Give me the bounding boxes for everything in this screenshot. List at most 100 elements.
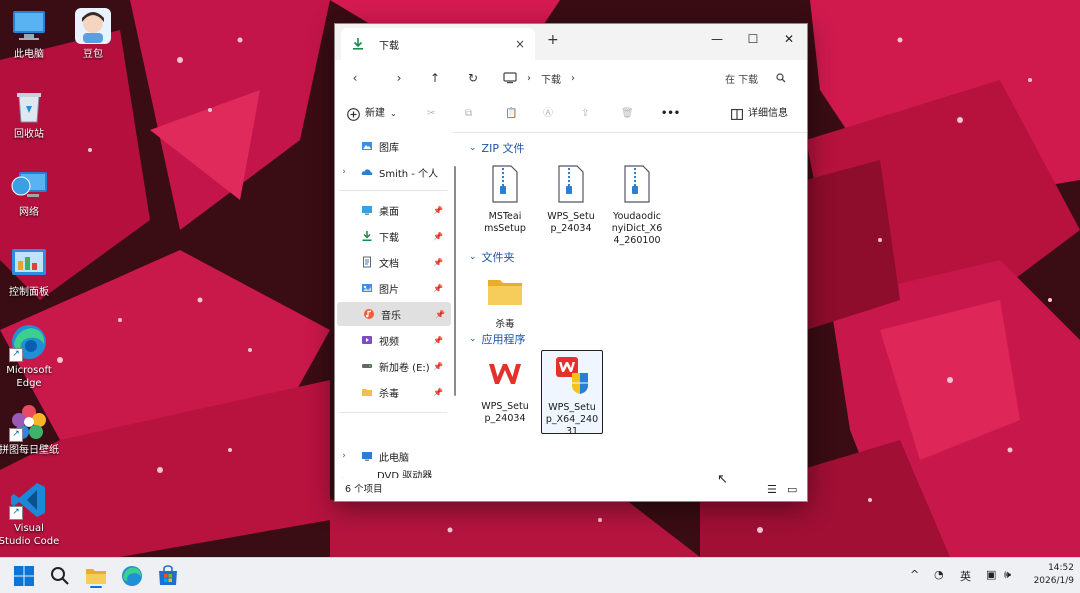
new-button[interactable]: 新建 ⌄ <box>347 105 397 123</box>
share-icon[interactable]: ⇪ <box>581 105 589 123</box>
file-explorer-window[interactable]: 下载 × + — ☐ ✕ ‹ › ↑ ↻ › 下载 › 在 下载 新建 ⌄ ✂ … <box>334 23 808 502</box>
delete-icon[interactable]: 🗑 <box>621 105 634 123</box>
new-button-label: 新建 <box>365 108 385 119</box>
nav-item-gallery[interactable]: 图库 <box>335 134 449 158</box>
edge-icon[interactable] <box>120 564 144 588</box>
breadcrumb-item[interactable]: 下载 <box>541 71 561 86</box>
doubao-avatar-icon <box>75 8 111 44</box>
nav-divider <box>339 412 447 413</box>
navigation-pane[interactable]: 图库 › Smith - 个人 桌面 📌 下载 📌 文档 📌 图片 📌 音乐 📌… <box>335 132 453 478</box>
nav-item-documents[interactable]: 文档 📌 <box>335 250 449 274</box>
refresh-button[interactable]: ↻ <box>463 68 483 88</box>
volume-icon[interactable]: 🕪 <box>1004 568 1011 582</box>
plus-circle-icon <box>347 107 360 121</box>
desktop-icon-wallpaper-app[interactable]: ↗ 拼图每日壁纸 <box>0 402 61 457</box>
nav-item-this-pc[interactable]: › 此电脑 <box>335 444 449 468</box>
chevron-down-icon: ⌄ <box>390 109 397 118</box>
file-item[interactable]: WPS_Setu p_24034 <box>541 160 601 242</box>
minimize-button[interactable]: — <box>699 28 735 50</box>
nav-item-music[interactable]: 音乐 📌 <box>337 302 451 326</box>
expand-chevron-icon[interactable]: › <box>335 167 353 177</box>
expand-chevron-icon[interactable]: › <box>335 451 353 461</box>
ime-indicator[interactable]: 英 <box>960 568 971 584</box>
copy-icon[interactable]: ⧉ <box>465 105 472 123</box>
nav-item-desktop[interactable]: 桌面 📌 <box>335 198 449 222</box>
group-header-zip[interactable]: ⌄ ZIP 文件 <box>469 140 524 156</box>
chevron-down-icon: ⌄ <box>469 334 477 344</box>
new-tab-button[interactable]: + <box>547 32 559 48</box>
file-list[interactable]: ⌄ ZIP 文件 MSTeai msSetup WPS_Setu p_24034… <box>459 132 807 487</box>
gallery-icon <box>362 142 372 150</box>
security-icon[interactable]: ◔ <box>934 568 944 581</box>
tile-view-icon[interactable]: ▭ <box>787 478 797 501</box>
nav-item-label: 新加卷 (E:) <box>379 362 430 374</box>
breadcrumb[interactable]: › 下载 › <box>503 68 575 88</box>
monitor-icon <box>503 72 517 84</box>
show-hidden-icons-button[interactable]: ^ <box>910 568 919 581</box>
details-pane-button[interactable]: 详细信息 <box>731 105 788 123</box>
search-icon <box>776 73 786 83</box>
group-header-applications[interactable]: ⌄ 应用程序 <box>469 331 526 347</box>
file-item[interactable]: MSTeai msSetup <box>475 160 535 242</box>
search-icon[interactable] <box>48 564 72 588</box>
nav-item-dvd-drive[interactable]: › DVD 驱动器 (D:) <box>335 468 449 478</box>
file-name-line: p_X64_240 <box>545 414 599 425</box>
desktop-icon-network[interactable]: 网络 <box>0 164 61 219</box>
network-status-icon[interactable]: ▣ <box>986 568 996 581</box>
desktop-icon-doubao[interactable]: 豆包 <box>61 6 125 61</box>
pin-icon: 📌 <box>433 231 443 241</box>
list-view-icon[interactable]: ☰ <box>767 478 777 501</box>
nav-item-antivirus-folder[interactable]: 杀毒 📌 <box>335 380 449 404</box>
file-explorer-icon[interactable] <box>84 564 108 588</box>
file-item[interactable]: Youdaodic nyiDict_X6 4_260100 <box>607 160 667 246</box>
close-window-button[interactable]: ✕ <box>771 28 807 50</box>
up-button[interactable]: ↑ <box>425 68 445 88</box>
desktop-icon-recycle-bin[interactable]: 回收站 <box>0 86 61 141</box>
group-header-folders[interactable]: ⌄ 文件夹 <box>469 249 515 265</box>
address-bar: ‹ › ↑ ↻ › 下载 › 在 下载 <box>335 60 807 97</box>
nav-item-pictures[interactable]: 图片 📌 <box>335 276 449 300</box>
desktop-icon-vscode[interactable]: ↗ Visual Studio Code <box>0 480 61 548</box>
shortcut-arrow-icon: ↗ <box>9 348 23 362</box>
start-icon[interactable] <box>12 564 36 588</box>
nav-item-label: 音乐 <box>381 310 401 322</box>
nav-item-videos[interactable]: 视频 📌 <box>335 328 449 352</box>
desktop-icon-label: 拼图每日壁纸 <box>0 445 59 456</box>
desktop-icon-control-panel[interactable]: 控制面板 <box>0 244 61 299</box>
nav-item-drive-e[interactable]: 新加卷 (E:) 📌 <box>335 354 449 378</box>
maximize-button[interactable]: ☐ <box>735 28 771 50</box>
search-input[interactable]: 在 下载 <box>725 68 799 88</box>
documents-folder-icon <box>363 256 371 268</box>
file-name-line: 杀毒 <box>495 319 515 330</box>
app-item[interactable]: WPS_Setu p_24034 <box>475 350 535 432</box>
app-item-selected[interactable]: WPS_Setu p_X64_240 31 <box>541 350 603 437</box>
close-tab-icon[interactable]: × <box>515 37 525 51</box>
store-icon[interactable] <box>156 564 180 588</box>
tab-label: 下载 <box>379 40 399 52</box>
more-options-button[interactable]: ••• <box>661 105 680 123</box>
desktop-icon-label: 网络 <box>19 207 39 218</box>
nav-item-downloads[interactable]: 下载 📌 <box>335 224 449 248</box>
file-name-line: nyiDict_X6 <box>611 223 663 234</box>
nav-item-onedrive[interactable]: › Smith - 个人 <box>335 160 449 184</box>
nav-pane-scrollbar[interactable] <box>454 166 456 396</box>
desktop-icon-this-pc[interactable]: 此电脑 <box>0 6 61 61</box>
control-panel-icon <box>12 249 46 275</box>
back-button[interactable]: ‹ <box>345 68 365 88</box>
file-name-line: 31 <box>565 426 579 437</box>
tab-downloads[interactable]: 下载 × <box>341 28 535 60</box>
pin-icon: 📌 <box>435 309 445 319</box>
desktop-icon-edge[interactable]: ↗ Microsoft Edge <box>0 322 61 390</box>
desktop-icon-label: 豆包 <box>83 49 103 60</box>
rename-icon[interactable]: Ⓐ <box>543 105 553 123</box>
file-name-line: WPS_Setu <box>548 402 596 413</box>
paste-icon[interactable]: 📋 <box>505 105 517 123</box>
nav-item-label: 下载 <box>379 232 399 244</box>
nav-item-label: Smith - 个人 <box>379 168 439 180</box>
title-bar[interactable]: 下载 × + — ☐ ✕ <box>335 24 807 60</box>
clock[interactable]: 14:52 2026/1/9 <box>1022 562 1074 588</box>
file-name-line: msSetup <box>484 223 526 234</box>
forward-button[interactable]: › <box>389 68 409 88</box>
chevron-down-icon: ⌄ <box>469 143 477 153</box>
cut-icon[interactable]: ✂ <box>427 105 435 123</box>
